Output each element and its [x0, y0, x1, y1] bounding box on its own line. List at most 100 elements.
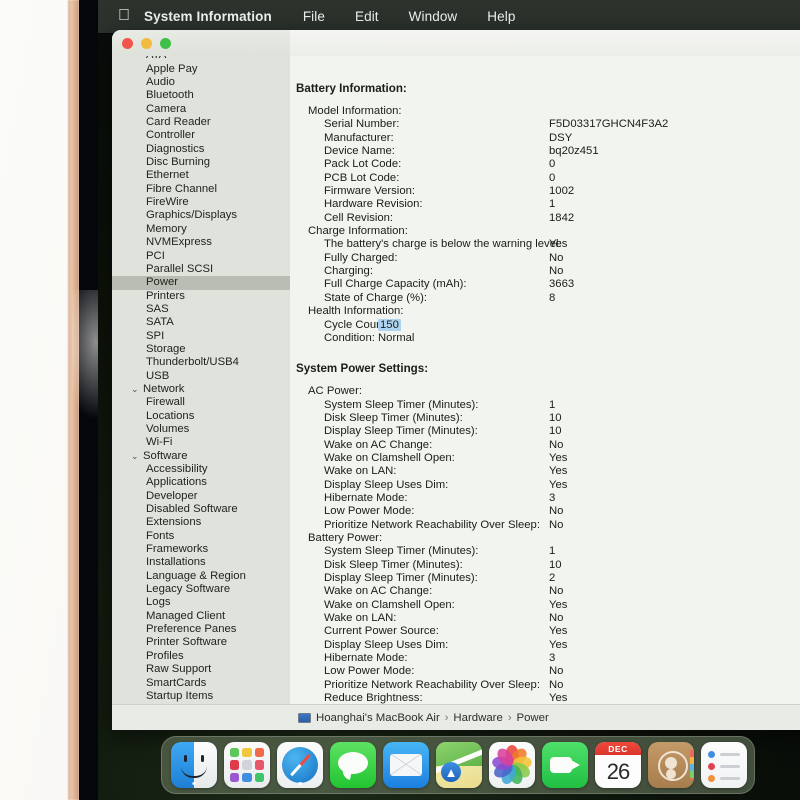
detail-value[interactable]: Yes — [549, 238, 567, 251]
detail-value[interactable]: 10 — [549, 559, 562, 572]
ac-power-row[interactable]: Display Sleep Timer (Minutes): 10 — [296, 425, 800, 438]
ac-power-row[interactable]: Wake on Clamshell Open: Yes — [296, 452, 800, 465]
sidebar-item-profiles[interactable]: Profiles — [112, 650, 290, 663]
sidebar-item-camera[interactable]: Camera — [112, 103, 290, 116]
detail-value[interactable]: Yes — [549, 479, 567, 492]
model-information-row[interactable]: Cell Revision: 1842 — [296, 212, 800, 225]
ac-power-row[interactable]: Wake on AC Change: No — [296, 439, 800, 452]
ac-power-row[interactable]: Low Power Mode: No — [296, 505, 800, 518]
ac-power-row[interactable]: Prioritize Network Reachability Over Sle… — [296, 519, 800, 532]
detail-value[interactable]: DSY — [549, 132, 572, 145]
menu-item-window[interactable]: Window — [394, 9, 473, 24]
sidebar-item-sas[interactable]: SAS — [112, 303, 290, 316]
detail-value[interactable]: No — [549, 665, 563, 678]
charge-information-row[interactable]: The battery's charge is below the warnin… — [296, 238, 800, 251]
sidebar-item-preference-panes[interactable]: Preference Panes — [112, 623, 290, 636]
apple-logo-icon[interactable]:  — [98, 7, 144, 24]
ac-power-row[interactable]: Disk Sleep Timer (Minutes): 10 — [296, 412, 800, 425]
sidebar-item-startup-items[interactable]: Startup Items — [112, 690, 290, 703]
dock-icon-calendar[interactable]: DEC 26 — [595, 742, 641, 788]
sidebar-item-controller[interactable]: Controller — [112, 129, 290, 142]
sidebar-item-smartcards[interactable]: SmartCards — [112, 677, 290, 690]
detail-value[interactable]: Yes — [549, 639, 567, 652]
model-information-row[interactable]: Device Name: bq20z451 — [296, 145, 800, 158]
detail-value[interactable]: 1002 — [549, 185, 574, 198]
detail-value[interactable]: bq20z451 — [549, 145, 599, 158]
charge-information-row[interactable]: Full Charge Capacity (mAh): 3663 — [296, 278, 800, 291]
sidebar-item-legacy-software[interactable]: Legacy Software — [112, 583, 290, 596]
dock-icon-mail[interactable] — [383, 742, 429, 788]
battery-power-row[interactable]: Current Power Source: Yes — [296, 625, 800, 638]
ac-power-row[interactable]: Display Sleep Uses Dim: Yes — [296, 479, 800, 492]
sidebar-item-managed-client[interactable]: Managed Client — [112, 610, 290, 623]
sidebar-item-installations[interactable]: Installations — [112, 556, 290, 569]
model-information-row[interactable]: Serial Number: F5D03317GHCN4F3A2 — [296, 118, 800, 131]
sidebar-item-disc-burning[interactable]: Disc Burning — [112, 156, 290, 169]
detail-value[interactable]: No — [549, 252, 563, 265]
charge-information-row[interactable]: Charging: No — [296, 265, 800, 278]
charge-information-row[interactable]: Fully Charged: No — [296, 252, 800, 265]
sidebar-item-pci[interactable]: PCI — [112, 250, 290, 263]
health-information-row[interactable]: Cycle Count:150 — [296, 318, 800, 332]
detail-value[interactable]: Yes — [549, 465, 567, 478]
dock-icon-maps[interactable]: ▲ — [436, 742, 482, 788]
sidebar-item-software[interactable]: ⌄ Software — [112, 450, 290, 463]
sidebar-item-wi-fi[interactable]: Wi-Fi — [112, 436, 290, 449]
battery-power-row[interactable]: Wake on LAN: No — [296, 612, 800, 625]
menu-item-file[interactable]: File — [288, 9, 340, 24]
sidebar-item-printers[interactable]: Printers — [112, 290, 290, 303]
battery-power-row[interactable]: Wake on AC Change: No — [296, 585, 800, 598]
detail-value[interactable]: No — [549, 505, 563, 518]
detail-value[interactable]: No — [549, 439, 563, 452]
detail-value[interactable]: No — [549, 612, 563, 625]
sidebar-item-power[interactable]: Power — [112, 276, 290, 290]
detail-value[interactable]: 0 — [549, 172, 555, 185]
menu-item-help[interactable]: Help — [472, 9, 530, 24]
battery-power-row[interactable]: Low Power Mode: No — [296, 665, 800, 678]
model-information-row[interactable]: Firmware Version: 1002 — [296, 185, 800, 198]
breadcrumb-item-power[interactable]: Power — [516, 712, 548, 724]
menu-item-edit[interactable]: Edit — [340, 9, 394, 24]
model-information-row[interactable]: Pack Lot Code: 0 — [296, 158, 800, 171]
battery-power-row[interactable]: System Sleep Timer (Minutes): 1 — [296, 545, 800, 558]
sidebar-item-thunderbolt-usb4[interactable]: Thunderbolt/USB4 — [112, 356, 290, 369]
battery-power-row[interactable]: Wake on Clamshell Open: Yes — [296, 599, 800, 612]
detail-value[interactable]: 150 — [378, 318, 401, 331]
sidebar-item-audio[interactable]: Audio — [112, 76, 290, 89]
sidebar-item-fibre-channel[interactable]: Fibre Channel — [112, 183, 290, 196]
detail-value[interactable]: No — [549, 265, 563, 278]
model-information-row[interactable]: PCB Lot Code: 0 — [296, 172, 800, 185]
sidebar-item-extensions[interactable]: Extensions — [112, 516, 290, 529]
sidebar-item-sata[interactable]: SATA — [112, 316, 290, 329]
sidebar-item-firewire[interactable]: FireWire — [112, 196, 290, 209]
chevron-down-icon[interactable]: ⌄ — [131, 450, 139, 463]
sidebar-item-storage[interactable]: Storage — [112, 343, 290, 356]
dock-icon-photos[interactable] — [489, 742, 535, 788]
sidebar-item-fonts[interactable]: Fonts — [112, 530, 290, 543]
sidebar-item-nvmexpress[interactable]: NVMExpress — [112, 236, 290, 249]
sidebar-item-logs[interactable]: Logs — [112, 596, 290, 609]
close-button[interactable] — [122, 37, 133, 49]
sidebar-item-locations[interactable]: Locations — [112, 410, 290, 423]
sidebar-item-language-region[interactable]: Language & Region — [112, 570, 290, 583]
chevron-down-icon[interactable]: ⌄ — [131, 383, 139, 396]
detail-value[interactable]: 1 — [549, 198, 555, 211]
dock-icon-launchpad[interactable] — [224, 742, 270, 788]
dock-icon-facetime[interactable] — [542, 742, 588, 788]
sidebar-item-volumes[interactable]: Volumes — [112, 423, 290, 436]
sidebar-item-firewall[interactable]: Firewall — [112, 396, 290, 409]
detail-value[interactable]: 1842 — [549, 212, 574, 225]
sidebar-item-accessibility[interactable]: Accessibility — [112, 463, 290, 476]
health-information-row[interactable]: Condition: Normal — [296, 332, 800, 345]
sidebar-item-usb[interactable]: USB — [112, 370, 290, 383]
dock-icon-messages[interactable] — [330, 742, 376, 788]
detail-value[interactable]: 1 — [549, 545, 555, 558]
charge-information-row[interactable]: State of Charge (%): 8 — [296, 292, 800, 305]
detail-value[interactable]: F5D03317GHCN4F3A2 — [549, 118, 668, 131]
sidebar-item-network[interactable]: ⌄ Network — [112, 383, 290, 396]
sidebar-item-apple-pay[interactable]: Apple Pay — [112, 63, 290, 76]
battery-power-row[interactable]: Hibernate Mode: 3 — [296, 652, 800, 665]
sidebar-item-parallel-scsi[interactable]: Parallel SCSI — [112, 263, 290, 276]
sidebar-item-graphics-displays[interactable]: Graphics/Displays — [112, 209, 290, 222]
detail-value[interactable]: No — [549, 679, 563, 692]
